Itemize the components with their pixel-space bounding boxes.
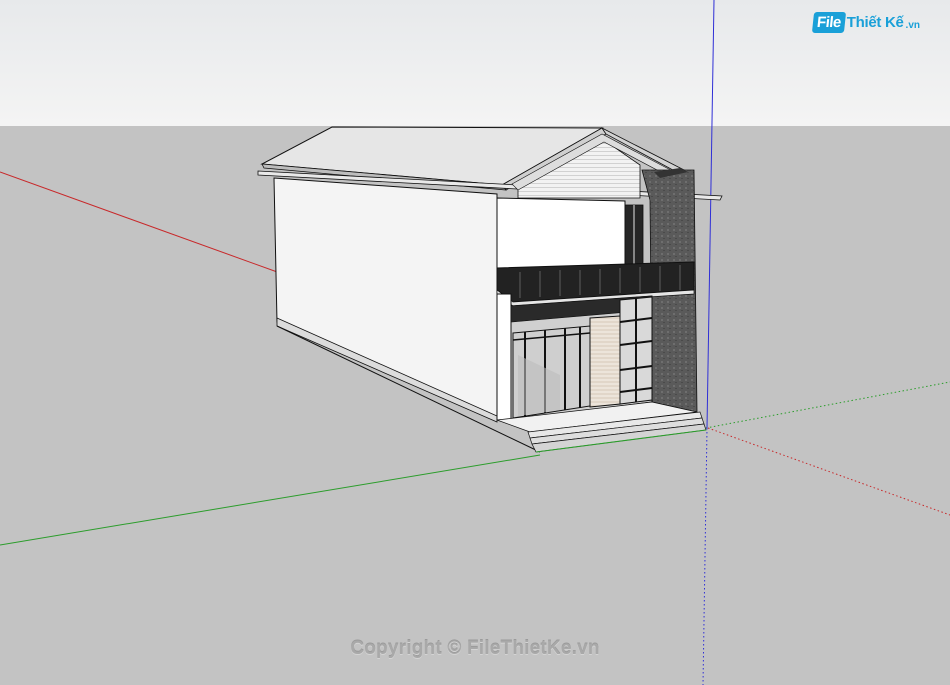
- logo-tld-text: .vn: [905, 19, 920, 31]
- copyright-watermark: Copyright © FileThietKe.vn: [350, 638, 600, 659]
- main-door: [589, 315, 621, 408]
- logo-file-badge: File: [811, 12, 846, 33]
- upper-floor-wall: [496, 197, 626, 269]
- logo-brand-text: Thiết Kế: [846, 14, 904, 31]
- side-window-grid: [619, 296, 653, 405]
- sketchup-viewport[interactable]: [0, 0, 950, 685]
- sky: [0, 0, 950, 126]
- front-corner-column: [496, 293, 512, 421]
- glass-doors: [512, 325, 591, 419]
- filethietke-logo: File Thiết Kế .vn: [811, 12, 920, 33]
